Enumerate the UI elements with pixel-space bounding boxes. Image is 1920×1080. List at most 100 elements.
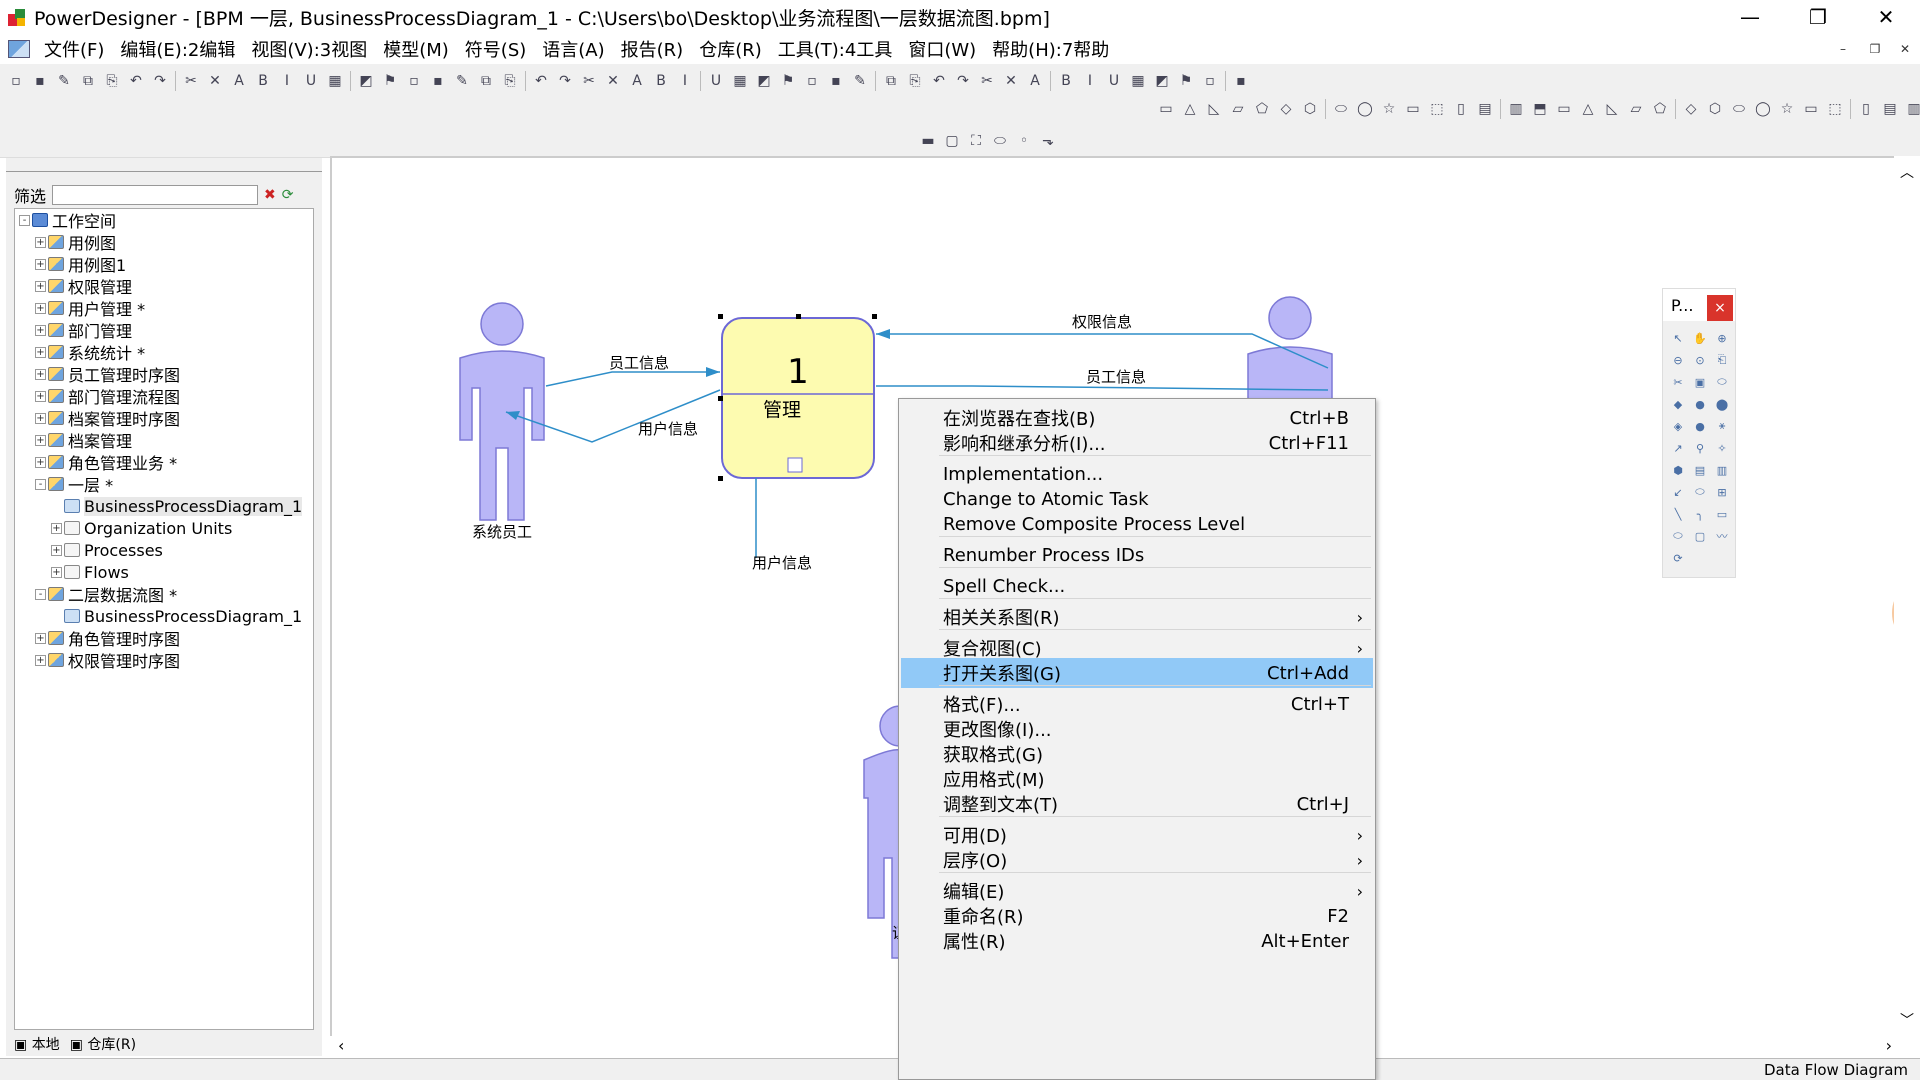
tree-item[interactable]: + 系统统计 * [15,341,313,363]
expand-icon[interactable]: + [35,654,46,666]
tree-item[interactable]: - 二层数据流图 * [15,583,313,605]
actor-right[interactable] [1247,296,1333,409]
toolbar-tool-icon[interactable]: U [1103,70,1125,92]
expand-icon[interactable]: + [35,456,46,468]
tree-item[interactable]: BusinessProcessDiagram_1 [15,605,313,627]
toolbar-tool-icon[interactable]: ✎ [53,70,75,92]
toolbar-tool-icon[interactable]: ↷ [952,70,974,92]
toolbar-tool-icon[interactable]: ◇ [1680,98,1702,120]
context-menu-item[interactable]: Remove Composite Process Level [901,509,1373,539]
menu-item-3[interactable]: 模型(M) [375,36,457,62]
toolbar-tool-icon[interactable]: ✂ [976,70,998,92]
tree-item[interactable]: + 员工管理时序图 [15,363,313,385]
collapse-icon[interactable]: - [35,478,46,490]
toolbar-tool-icon[interactable]: B [650,70,672,92]
toolbar-tool-icon[interactable]: ▢ [941,130,963,152]
expand-icon[interactable]: + [35,368,46,380]
toolbar-tool-icon[interactable]: ▦ [1127,70,1149,92]
toolbar-tool-icon[interactable]: ▤ [1474,98,1496,120]
toolbar-tool-icon[interactable]: ↷ [554,70,576,92]
tree-item[interactable]: + 部门管理 [15,319,313,341]
toolbar-tool-icon[interactable]: I [276,70,298,92]
toolbar-tool-icon[interactable]: B [1055,70,1077,92]
palette-tool-icon[interactable]: ⬭ [1689,481,1711,503]
toolbar-tool-icon[interactable]: ▦ [324,70,346,92]
close-icon[interactable]: ✕ [1852,0,1920,34]
toolbar-tool-icon[interactable]: A [1024,70,1046,92]
toolbar-tool-icon[interactable]: ✕ [1000,70,1022,92]
toolbar-tool-icon[interactable]: ↷ [149,70,171,92]
palette-tool-icon[interactable]: ↖ [1667,327,1689,349]
toolbar-tool-icon[interactable]: ▫ [1199,70,1221,92]
toolbar-tool-icon[interactable]: ✕ [204,70,226,92]
mdi-restore-icon[interactable]: ❐ [1862,38,1888,60]
toolbar-tool-icon[interactable]: ◩ [355,70,377,92]
toolbar-tool-icon[interactable]: ⬡ [1299,98,1321,120]
tree-item[interactable]: + 档案管理时序图 [15,407,313,429]
toolbar-tool-icon[interactable]: ☆ [1378,98,1400,120]
context-menu-item[interactable]: 层序(O) › [901,845,1373,875]
expand-icon[interactable]: + [51,566,62,578]
toolbar-tool-icon[interactable]: ▥ [1505,98,1527,120]
tree-item[interactable]: + 用例图1 [15,253,313,275]
tree-item[interactable]: + 档案管理 [15,429,313,451]
expand-icon[interactable]: + [35,236,46,248]
toolbar-tool-icon[interactable]: ⬭ [1330,98,1352,120]
tree-item[interactable]: - 一层 * [15,473,313,495]
expand-icon[interactable]: + [35,346,46,358]
palette-tool-icon[interactable]: ⬢ [1667,459,1689,481]
toolbar-tool-icon[interactable]: ⧉ [77,70,99,92]
menu-item-10[interactable]: 帮助(H):7帮助 [984,36,1117,62]
toolbar-tool-icon[interactable]: ▬ [917,130,939,152]
tab-repository[interactable]: ▣ 仓库(R) [70,1034,136,1054]
tree-item[interactable]: BusinessProcessDiagram_1 [15,495,313,517]
toolbar-tool-icon[interactable]: ⚑ [379,70,401,92]
palette-tool-icon[interactable]: 〰 [1711,525,1733,547]
expand-icon[interactable]: + [35,302,46,314]
palette-tool-icon[interactable]: ╮ [1689,503,1711,525]
toolbar-tool-icon[interactable]: ▯ [1450,98,1472,120]
palette-tool-icon[interactable]: ✂ [1667,371,1689,393]
toolbar-tool-icon[interactable]: ▫ [403,70,425,92]
menu-item-1[interactable]: 编辑(E):2编辑 [112,36,243,62]
tree-item[interactable]: + Flows [15,561,313,583]
vertical-scrollbar[interactable]: ︿ ﹀ [1894,156,1920,1036]
toolbar-tool-icon[interactable]: ↶ [125,70,147,92]
toolbar-tool-icon[interactable]: ▫ [5,70,27,92]
palette-tool-icon[interactable]: ⚹ [1711,415,1733,437]
palette-tool-icon[interactable]: ▭ [1711,503,1733,525]
menu-item-6[interactable]: 报告(R) [613,36,692,62]
mdi-close-icon[interactable]: ✕ [1892,38,1918,60]
palette-tool-icon[interactable]: ✋ [1689,327,1711,349]
refresh-icon[interactable]: ⟳ [282,187,294,203]
toolbar-tool-icon[interactable]: A [626,70,648,92]
toolbar-tool-icon[interactable]: ▭ [1553,98,1575,120]
expand-icon[interactable]: + [35,390,46,402]
palette-close-icon[interactable]: × [1707,295,1733,321]
toolbar-tool-icon[interactable]: ◇ [1275,98,1297,120]
collapse-icon[interactable]: - [35,588,46,600]
toolbar-tool-icon[interactable]: ⬠ [1251,98,1273,120]
toolbar-tool-icon[interactable]: ⧉ [880,70,902,92]
palette-tool-icon[interactable]: ⚲ [1689,437,1711,459]
toolbar-tool-icon[interactable]: ⚑ [1175,70,1197,92]
toolbar-tool-icon[interactable]: ⬡ [1704,98,1726,120]
expand-icon[interactable]: + [35,280,46,292]
restore-icon[interactable]: ❐ [1784,0,1852,34]
expand-icon[interactable]: + [51,544,62,556]
tree-item[interactable]: + 用例图 [15,231,313,253]
process-node[interactable] [718,314,877,481]
palette-tool-icon[interactable]: ◆ [1667,393,1689,415]
menu-item-0[interactable]: 文件(F) [36,36,112,62]
toolbar-tool-icon[interactable]: ▱ [1625,98,1647,120]
context-menu-item[interactable]: Renumber Process IDs [901,540,1373,570]
toolbar-tool-icon[interactable]: ▥ [1903,98,1920,120]
toolbar-tool-icon[interactable]: △ [1179,98,1201,120]
toolbar-tool-icon[interactable]: ⬒ [1529,98,1551,120]
toolbar-tool-icon[interactable]: ⚑ [777,70,799,92]
toolbar-tool-icon[interactable]: ▭ [1800,98,1822,120]
toolbar-tool-icon[interactable]: △ [1577,98,1599,120]
toolbar-tool-icon[interactable]: ▭ [1155,98,1177,120]
mdi-minimize-icon[interactable]: – [1830,38,1856,60]
toolbar-tool-icon[interactable]: U [705,70,727,92]
